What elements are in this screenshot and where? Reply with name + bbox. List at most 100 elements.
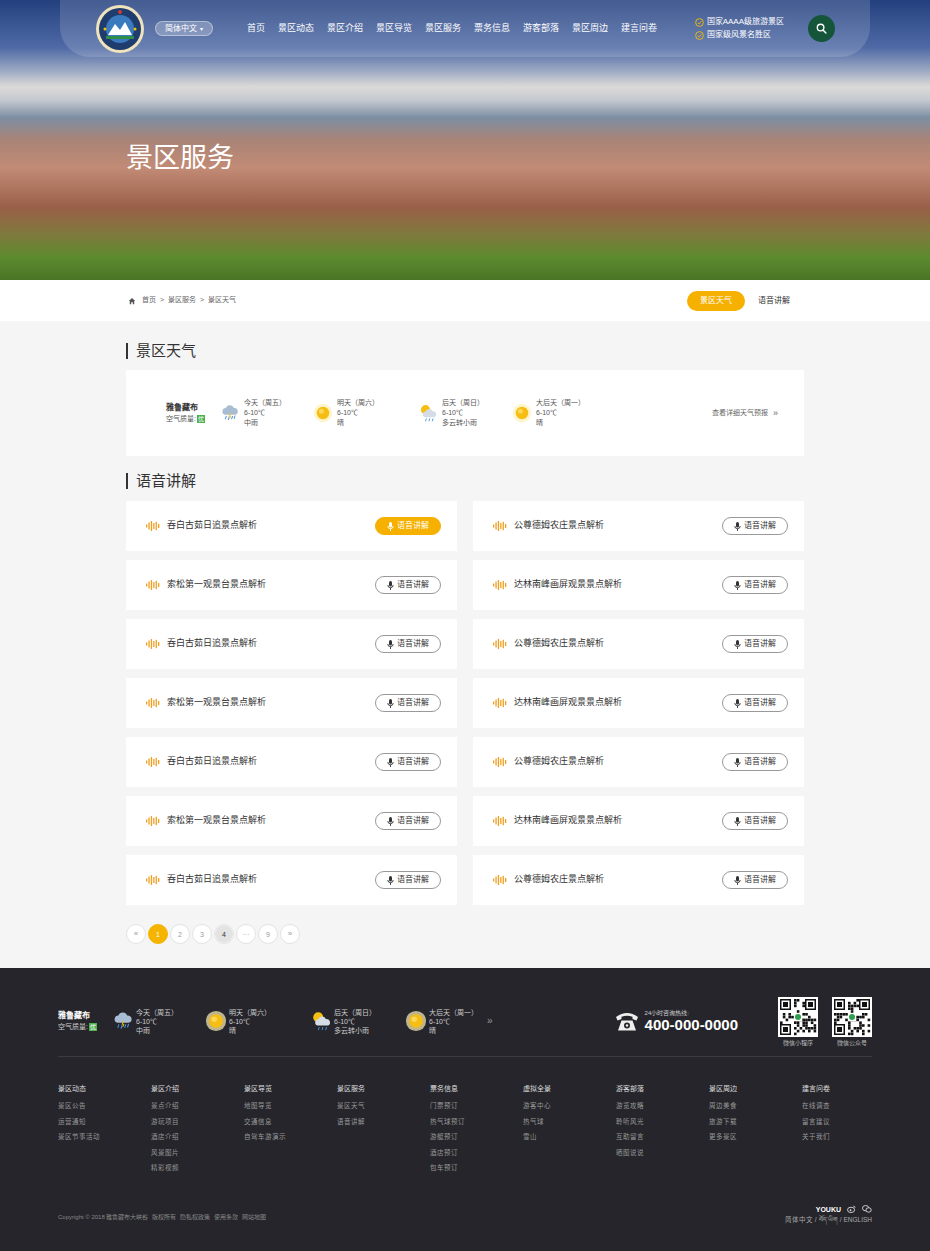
nav-link[interactable]: 景区服务 [425, 24, 461, 33]
audio-play-button[interactable]: 语音讲解 [375, 753, 441, 771]
audio-play-button[interactable]: 语音讲解 [722, 635, 788, 653]
nav-link[interactable]: 票务信息 [474, 24, 510, 33]
footer-link[interactable]: 热气球预订 [430, 1114, 523, 1130]
footer-link[interactable]: 运营通知 [58, 1114, 151, 1130]
youku-link[interactable]: YOUKU [816, 1206, 841, 1213]
audio-card: 吞白古茹日追景点解析语音讲解 [126, 619, 457, 669]
page-button[interactable]: 4 [214, 924, 234, 944]
page-button[interactable]: 3 [192, 924, 212, 944]
nav-link[interactable]: 建言问卷 [621, 24, 657, 33]
nav-link[interactable]: 景区周边 [572, 24, 608, 33]
footer-link[interactable]: 景点介绍 [151, 1098, 244, 1114]
legal-link[interactable]: 隐私权政策 [180, 1214, 210, 1220]
audio-play-button[interactable]: 语音讲解 [375, 576, 441, 594]
breadcrumb-link[interactable]: 景区天气 [208, 295, 236, 306]
footer-link[interactable]: 景区公告 [58, 1098, 151, 1114]
nav-link[interactable]: 景区动态 [278, 24, 314, 33]
subtab[interactable]: 语音讲解 [758, 291, 790, 311]
audio-play-button[interactable]: 语音讲解 [722, 517, 788, 535]
footer-column: 景区周边周边美食旅游下载更多景区 [709, 1085, 802, 1205]
legal-link[interactable]: 版权所有 [152, 1214, 176, 1220]
audio-play-button[interactable]: 语音讲解 [722, 871, 788, 889]
audio-play-button[interactable]: 语音讲解 [375, 812, 441, 830]
nav-link[interactable]: 景区导览 [376, 24, 412, 33]
weather-more[interactable]: » [487, 1016, 493, 1026]
nav-link[interactable]: 游客部落 [523, 24, 559, 33]
nav-link[interactable]: 首页 [247, 24, 265, 33]
sound-wave-icon [146, 639, 160, 649]
footer-link[interactable]: 酒店预订 [430, 1145, 523, 1161]
legal-link[interactable]: 网站地图 [242, 1214, 266, 1220]
footer-link[interactable]: 旅游下载 [709, 1114, 802, 1130]
footer-link[interactable]: 包车预订 [430, 1160, 523, 1176]
legal-link[interactable]: 使用条款 [214, 1214, 238, 1220]
footer-link[interactable]: 景区节事活动 [58, 1129, 151, 1145]
sound-wave-icon [146, 757, 160, 767]
footer-link[interactable]: 交通信息 [244, 1114, 337, 1130]
footer-link[interactable]: 酒店介绍 [151, 1129, 244, 1145]
language-link[interactable]: ENGLISH [843, 1217, 872, 1224]
language-link[interactable]: 简体中文 [785, 1217, 813, 1224]
footer-link[interactable]: 晒图说说 [616, 1145, 709, 1161]
footer-link[interactable]: 门票预订 [430, 1098, 523, 1114]
footer-link[interactable]: 游玩项目 [151, 1114, 244, 1130]
audio-play-button[interactable]: 语音讲解 [722, 753, 788, 771]
breadcrumb-link[interactable]: 景区服务 [168, 295, 196, 306]
sound-wave-icon [146, 580, 160, 590]
footer-link[interactable]: 自驾车游演示 [244, 1129, 337, 1145]
audio-play-button[interactable]: 语音讲解 [722, 812, 788, 830]
nav-link[interactable]: 景区介绍 [327, 24, 363, 33]
audio-button-label: 语音讲解 [744, 758, 776, 766]
page-button[interactable]: ··· [236, 924, 256, 944]
footer-link[interactable]: 关于我们 [802, 1129, 872, 1145]
wechat-icon [862, 1205, 872, 1213]
breadcrumb-separator: > [200, 295, 204, 306]
audio-play-button[interactable]: 语音讲解 [722, 576, 788, 594]
day-temp: 6-10℃ [337, 408, 379, 418]
audio-play-button[interactable]: 语音讲解 [375, 517, 441, 535]
footer-link[interactable]: 景区天气 [337, 1098, 430, 1114]
hotline: 24小时咨询热线:400-000-0000 [614, 1010, 738, 1032]
footer-link[interactable]: 地图导览 [244, 1098, 337, 1114]
qr-code: 微信公众号 [832, 997, 872, 1046]
audio-play-button[interactable]: 语音讲解 [722, 694, 788, 712]
search-button[interactable] [808, 15, 835, 42]
footer-link[interactable]: 精彩视频 [151, 1160, 244, 1176]
footer-link[interactable]: 热气球 [523, 1114, 616, 1130]
weather-rain-icon [112, 1010, 134, 1032]
language-separator: / [840, 1217, 842, 1224]
breadcrumb-link[interactable]: 首页 [142, 295, 156, 306]
footer-link[interactable]: 周边美食 [709, 1098, 802, 1114]
page-button[interactable]: 2 [170, 924, 190, 944]
footer-link[interactable]: 留言建议 [802, 1114, 872, 1130]
footer-link[interactable]: 游艇预订 [430, 1129, 523, 1145]
prev-page[interactable]: « [126, 924, 146, 944]
footer-link[interactable]: 游览攻略 [616, 1098, 709, 1114]
page-title: 景区服务 [126, 57, 804, 172]
language-link[interactable]: བོད་ཡིག [819, 1217, 838, 1224]
page-button[interactable]: 9 [258, 924, 278, 944]
footer-link[interactable]: 互助留言 [616, 1129, 709, 1145]
audio-play-button[interactable]: 语音讲解 [375, 635, 441, 653]
weather-day: 今天（周五）6-10℃中雨 [112, 1008, 205, 1035]
qr-code-icon [778, 997, 818, 1037]
home-icon [128, 297, 136, 305]
weather-cloudy-rain-icon [310, 1010, 332, 1032]
forecast-link[interactable]: 查看详细天气预报» [712, 408, 778, 419]
subtab[interactable]: 景区天气 [687, 291, 745, 311]
footer-link[interactable]: 语音讲解 [337, 1114, 430, 1130]
footer-link[interactable]: 更多景区 [709, 1129, 802, 1145]
logo-icon [95, 4, 145, 54]
footer-link[interactable]: 游客中心 [523, 1098, 616, 1114]
footer-link[interactable]: 聆听风光 [616, 1114, 709, 1130]
audio-play-button[interactable]: 语音讲解 [375, 871, 441, 889]
footer-link[interactable]: 雪山 [523, 1129, 616, 1145]
phone-icon [614, 1010, 640, 1032]
language-switcher[interactable]: 简体中文▾ [155, 21, 213, 36]
page-button[interactable]: 1 [148, 924, 168, 944]
next-page[interactable]: » [280, 924, 300, 944]
audio-play-button[interactable]: 语音讲解 [375, 694, 441, 712]
footer-link[interactable]: 风景图片 [151, 1145, 244, 1161]
footer-link[interactable]: 在线调查 [802, 1098, 872, 1114]
footer-column-title: 虚拟全景 [523, 1085, 616, 1092]
